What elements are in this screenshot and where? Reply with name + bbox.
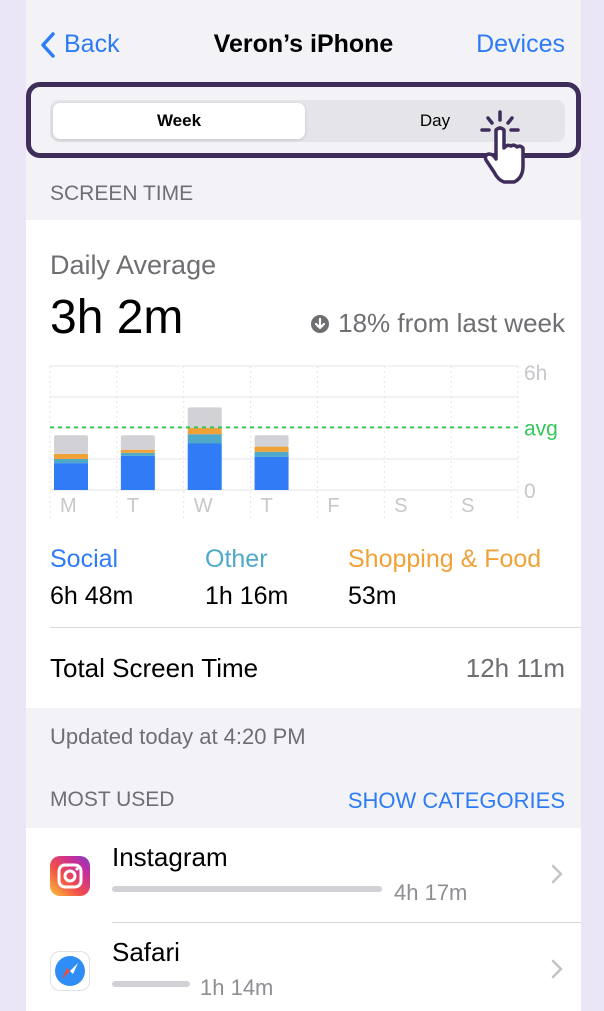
app-name: Instagram xyxy=(112,842,228,872)
x-tick-label: M xyxy=(60,495,77,517)
y-tick-label: avg xyxy=(524,417,558,440)
chart-bar-segment xyxy=(254,435,289,447)
chart-bar-segment xyxy=(254,456,289,490)
arrow-down-circle-icon xyxy=(311,314,330,333)
app-row-instagram[interactable]: Instagram 4h 17m xyxy=(26,828,581,923)
show-categories-button[interactable]: SHOW CATEGORIES xyxy=(348,788,565,814)
x-tick-label: W xyxy=(194,495,213,517)
legend-shopping-food-value: 53m xyxy=(348,582,397,610)
y-tick-label: 6h xyxy=(524,362,547,385)
total-screen-time-label: Total Screen Time xyxy=(50,653,259,683)
weekly-usage-chart: M T W T F S S 6h avg 0 xyxy=(49,362,558,518)
chart-bar-segment xyxy=(120,455,155,490)
devices-button[interactable]: Devices xyxy=(476,30,565,59)
chart-bar-segment xyxy=(120,435,155,450)
chart-bar-segment xyxy=(54,453,88,459)
screen-time-card: Daily Average 3h 2m 18% from last week M… xyxy=(26,220,581,708)
legend-other: Other 1h 16m xyxy=(205,545,288,611)
chart-bar-segment xyxy=(187,407,222,428)
chevron-right-icon xyxy=(551,959,563,979)
daily-average-label: Daily Average xyxy=(50,250,217,280)
x-tick-label: T xyxy=(261,495,273,517)
updated-text: Updated today at 4:20 PM xyxy=(50,724,306,749)
app-usage-time: 1h 14m xyxy=(200,975,274,1000)
x-tick-label: S xyxy=(461,495,474,517)
chart-bar-segment xyxy=(187,434,222,444)
camera-glyph-icon xyxy=(57,863,83,889)
chart-bar-segment xyxy=(54,463,88,490)
legend-other-label: Other xyxy=(205,545,268,573)
navigation-bar: Back Veron’s iPhone Devices xyxy=(26,0,581,88)
app-row-safari[interactable]: Safari 1h 14m xyxy=(26,923,581,1011)
legend-other-value: 1h 16m xyxy=(205,582,289,610)
chart-bar-segment xyxy=(254,451,289,457)
app-usage-bar xyxy=(112,981,190,987)
chart-bar-segment xyxy=(120,452,155,456)
legend-shopping-food-label: Shopping & Food xyxy=(348,545,542,573)
app-name: Safari xyxy=(112,937,180,967)
legend-social-label: Social xyxy=(50,545,119,573)
daily-average-value: 3h 2m xyxy=(50,291,184,344)
chart-bar-segment xyxy=(254,446,289,452)
chart-bar-segment xyxy=(187,443,222,490)
phone-screen: Back Veron’s iPhone Devices Week Day SCR… xyxy=(26,0,581,1011)
x-tick-label: T xyxy=(127,495,139,517)
chart-bar-segment xyxy=(54,435,88,454)
legend-social-value: 6h 48m xyxy=(50,582,134,610)
total-screen-time-value: 12h 11m xyxy=(465,653,565,683)
legend-shopping-food: Shopping & Food 53m xyxy=(348,545,541,611)
y-tick-label: 0 xyxy=(524,480,536,503)
chart-bar-segment xyxy=(54,459,88,464)
x-tick-label: S xyxy=(394,495,407,517)
divider xyxy=(50,627,581,628)
most-used-list: Instagram 4h 17m Safari 1h 14m xyxy=(26,828,581,1011)
legend-social: Social 6h 48m xyxy=(50,545,133,611)
safari-icon xyxy=(50,951,90,991)
x-tick-label: F xyxy=(327,495,339,517)
weekly-change-text: 18% from last week xyxy=(338,308,565,338)
chart-bar-segment xyxy=(120,449,155,453)
tap-hand-icon xyxy=(480,110,525,184)
instagram-icon xyxy=(50,856,90,896)
compass-glyph-icon xyxy=(55,956,85,986)
screen-time-header: SCREEN TIME xyxy=(50,182,194,205)
chart-bar-segment xyxy=(187,428,222,435)
weekly-change: 18% from last week xyxy=(310,308,565,339)
most-used-header: MOST USED xyxy=(50,788,175,811)
app-usage-bar xyxy=(112,886,382,892)
app-usage-time: 4h 17m xyxy=(394,880,468,905)
chevron-right-icon xyxy=(551,864,563,884)
